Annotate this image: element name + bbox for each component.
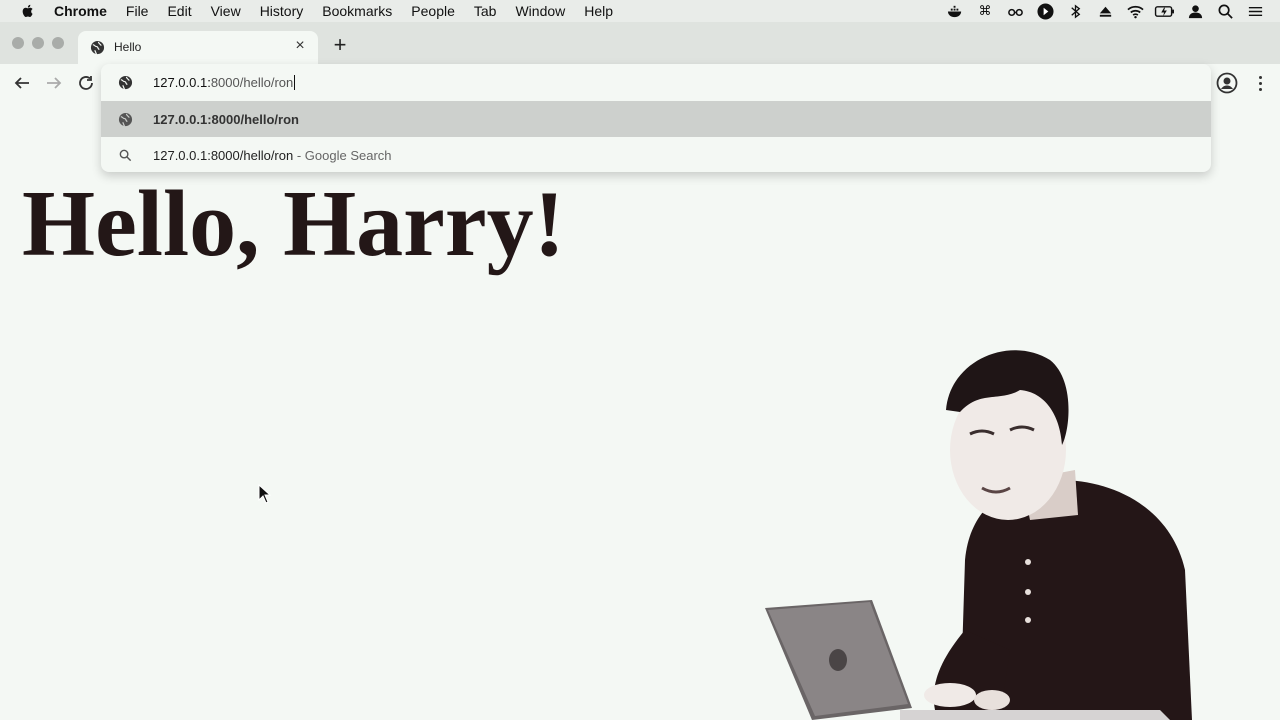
close-window-button[interactable] [12, 37, 24, 49]
zoom-window-button[interactable] [52, 37, 64, 49]
search-icon [119, 149, 132, 161]
window-controls [12, 37, 64, 49]
tab-hello[interactable]: Hello × [78, 31, 318, 64]
menu-tab[interactable]: Tab [474, 3, 497, 19]
address-host: 127.0.0.1: [153, 74, 211, 90]
arrow-right-icon [47, 77, 62, 89]
menu-view[interactable]: View [211, 3, 241, 19]
text-caret [294, 74, 296, 90]
address-path: 8000/hello/ron [210, 74, 294, 90]
mouse-cursor-icon [258, 484, 271, 504]
address-bar[interactable]: 127.0.0.1:8000/hello/ron [101, 64, 1211, 100]
docker-icon[interactable] [940, 0, 970, 22]
globe-icon [90, 40, 105, 55]
menu-bar: Chrome File Edit View History Bookmarks … [0, 0, 1280, 22]
control-center-icon[interactable] [1240, 0, 1270, 22]
command-icon[interactable]: ⌘ [970, 0, 1000, 22]
globe-icon [118, 112, 133, 126]
presenter-with-laptop [765, 350, 1192, 720]
omnibox: 127.0.0.1:8000/hello/ron 127.0.0.1:8000/… [101, 64, 1211, 172]
suggestion-search-query: 127.0.0.1:8000/hello/ron [153, 147, 294, 163]
eject-icon[interactable] [1090, 0, 1120, 22]
status-icons: ⌘ [940, 0, 1270, 22]
menu-bookmarks[interactable]: Bookmarks [322, 3, 392, 19]
suggestion-search-text: 127.0.0.1:8000/hello/ron - Google Search [153, 148, 392, 163]
menu-kebab-icon[interactable] [1254, 72, 1266, 94]
menu-file[interactable]: File [126, 3, 149, 19]
back-button[interactable] [11, 72, 33, 94]
tab-title: Hello [114, 40, 142, 54]
address-input[interactable]: 127.0.0.1:8000/hello/ron [153, 74, 296, 90]
suggestion-url[interactable]: 127.0.0.1:8000/hello/ron [101, 101, 1211, 137]
arrow-left-icon [14, 77, 29, 89]
menu-history[interactable]: History [260, 3, 304, 19]
suggestion-url-text: 127.0.0.1:8000/hello/ron [153, 111, 299, 127]
glasses-icon[interactable] [1000, 0, 1030, 22]
menu-window[interactable]: Window [515, 3, 565, 19]
user-icon[interactable] [1180, 0, 1210, 22]
search-icon[interactable] [1210, 0, 1240, 22]
menu-edit[interactable]: Edit [167, 3, 191, 19]
wifi-icon[interactable] [1120, 0, 1150, 22]
profile-icon[interactable] [1216, 72, 1238, 94]
tab-strip: Hello × + [0, 22, 1280, 64]
page-heading: Hello, Harry! [22, 172, 565, 276]
forward-button[interactable] [43, 72, 65, 94]
suggestion-search-suffix: - Google Search [293, 147, 392, 163]
close-tab-button[interactable]: × [292, 38, 308, 54]
battery-icon[interactable] [1150, 0, 1180, 22]
globe-icon [118, 75, 133, 89]
play-icon[interactable] [1030, 0, 1060, 22]
minimize-window-button[interactable] [32, 37, 44, 49]
new-tab-button[interactable]: + [330, 34, 350, 56]
menu-app-chrome[interactable]: Chrome [54, 3, 107, 19]
reload-button[interactable] [75, 72, 97, 94]
menu-help[interactable]: Help [584, 3, 613, 19]
apple-icon[interactable] [20, 3, 36, 19]
suggestion-search[interactable]: 127.0.0.1:8000/hello/ron - Google Search [101, 137, 1211, 173]
bluetooth-icon[interactable] [1060, 0, 1090, 22]
reload-icon [79, 76, 93, 90]
menu-people[interactable]: People [411, 3, 455, 19]
